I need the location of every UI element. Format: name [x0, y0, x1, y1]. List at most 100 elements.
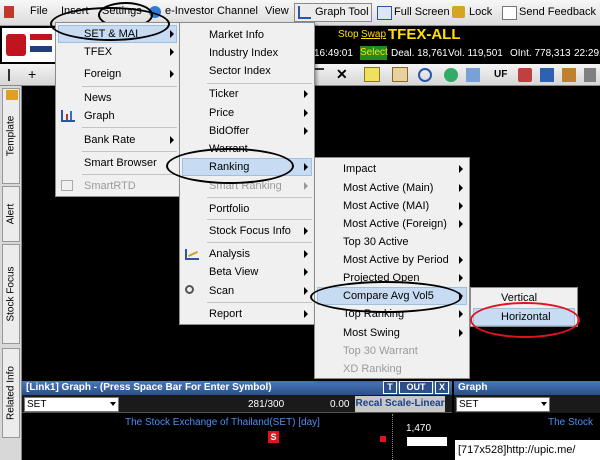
refresh-icon[interactable]	[418, 68, 432, 82]
select-button[interactable]: Select	[360, 46, 388, 60]
full-screen-label: Full Screen	[394, 6, 450, 18]
menu-item-bidoffer[interactable]: BidOffer	[209, 122, 249, 140]
indicator-icon[interactable]	[444, 68, 458, 82]
menu-item-most-active-main[interactable]: Most Active (Main)	[343, 179, 433, 197]
menu-einvestor-channel[interactable]: e-Investor Channel	[165, 5, 258, 17]
menu-item-most-active-by-period[interactable]: Most Active by Period	[343, 251, 449, 269]
magnet-icon[interactable]	[392, 67, 408, 82]
lock-icon	[452, 6, 465, 18]
menu-item-sector-index[interactable]: Sector Index	[209, 62, 271, 80]
menu-item-smart-browser[interactable]: Smart Browser	[84, 154, 157, 172]
submenu-arrow-icon	[304, 109, 308, 117]
layout-icon[interactable]	[466, 68, 480, 82]
menu-item-news[interactable]: News	[84, 89, 112, 107]
menu-item-top-30-active[interactable]: Top 30 Active	[343, 233, 408, 251]
menu-item-most-active-foreign[interactable]: Most Active (Foreign)	[343, 215, 447, 233]
menu-item-foreign[interactable]: Foreign	[84, 65, 121, 83]
settings-tool-icon[interactable]	[518, 68, 532, 82]
side-tab-stock-focus[interactable]: Stock Focus	[2, 244, 20, 344]
submenu-arrow-icon	[304, 182, 308, 190]
menu-item-xd-ranking: XD Ranking	[343, 363, 402, 375]
crosshair-icon[interactable]: +	[28, 67, 36, 81]
full-screen-button[interactable]: Full Screen	[373, 3, 450, 22]
submenu-arrow-icon	[304, 227, 308, 235]
submenu-arrow-icon	[304, 163, 308, 171]
graph2-titlebar: Graph	[454, 381, 600, 395]
annotation-ellipse-horizontal	[470, 302, 580, 338]
submenu-arrow-icon	[459, 274, 463, 282]
menu-item-impact[interactable]: Impact	[343, 160, 376, 178]
menu-separator	[207, 197, 312, 198]
submenu-arrow-icon	[304, 90, 308, 98]
graph2-symbol-value: SET	[459, 399, 479, 410]
graph-t-button[interactable]: T	[383, 381, 397, 394]
submenu-arrow-icon	[304, 268, 308, 276]
menu-item-analysis[interactable]: Analysis	[209, 245, 250, 263]
graph-out-button[interactable]: OUT	[399, 381, 433, 394]
graph2-symbol-input[interactable]: SET	[456, 397, 550, 412]
menu-item-report[interactable]: Report	[209, 305, 242, 323]
submenu-arrow-icon	[459, 202, 463, 210]
graph-tool-button[interactable]: Graph Tool	[294, 3, 372, 22]
menu-item-bank-rate[interactable]: Bank Rate	[84, 131, 135, 149]
lock-button[interactable]: Lock	[448, 3, 496, 22]
swap-link[interactable]: Swap	[361, 29, 386, 40]
clock-time: 16:49:01	[314, 48, 353, 59]
submenu-arrow-icon	[459, 256, 463, 264]
menu-item-most-swing[interactable]: Most Swing	[343, 324, 400, 342]
draw-tool-icon[interactable]	[364, 67, 380, 82]
submenu-arrow-icon	[304, 250, 308, 258]
submenu-arrow-icon	[459, 220, 463, 228]
export-tool-icon[interactable]	[562, 68, 576, 82]
graph2-caption: The Stock	[548, 417, 594, 428]
submenu-arrow-icon	[304, 287, 308, 295]
menu-separator	[82, 151, 177, 152]
full-screen-icon	[377, 6, 392, 20]
deal-count: Deal. 18,761	[391, 48, 448, 59]
app-icon	[4, 6, 14, 18]
menu-separator	[82, 174, 177, 175]
menu-item-most-active-mai[interactable]: Most Active (MAI)	[343, 197, 429, 215]
graph-symbol-value: SET	[27, 399, 47, 410]
menu-item-scan[interactable]: Scan	[209, 282, 234, 300]
insert-menu: SET & MAI TFEX Foreign News Graph Bank R…	[55, 22, 180, 197]
submenu-arrow-icon	[459, 165, 463, 173]
menu-item-graph[interactable]: Graph	[84, 107, 115, 125]
menu-view[interactable]: View	[265, 5, 289, 17]
uf-button[interactable]: UF	[494, 69, 507, 80]
annotation-ellipse-insert	[50, 7, 170, 41]
side-tab-label: Template	[5, 115, 17, 157]
side-tab-label: Stock Focus	[5, 266, 17, 322]
send-feedback-button[interactable]: Send Feedback	[498, 3, 598, 22]
menu-item-top-30-warrant: Top 30 Warrant	[343, 345, 418, 357]
menu-item-industry-index[interactable]: Industry Index	[209, 44, 278, 62]
delete-icon[interactable]: ✕	[336, 66, 348, 83]
menu-item-stock-focus-info[interactable]: Stock Focus Info	[209, 222, 291, 240]
print-tool-icon[interactable]	[584, 68, 596, 82]
menu-item-portfolio[interactable]: Portfolio	[209, 200, 249, 218]
recal-scale-button[interactable]: Recal Scale-Linear	[355, 396, 445, 412]
menu-item-ticker[interactable]: Ticker	[209, 85, 239, 103]
menu-item-beta-view[interactable]: Beta View	[209, 263, 258, 281]
menu-item-market-info[interactable]: Market Info	[209, 26, 264, 44]
graph-symbol-input[interactable]: SET	[24, 397, 119, 412]
submenu-arrow-icon	[170, 48, 174, 56]
stop-label[interactable]: Stop	[338, 29, 359, 40]
graph-value: 0.00	[330, 399, 350, 410]
side-tab-alert[interactable]: Alert	[2, 186, 20, 242]
menu-item-tfex[interactable]: TFEX	[84, 43, 112, 61]
graph-close-button[interactable]: X	[435, 381, 449, 394]
side-tab-template[interactable]: Template	[2, 88, 20, 184]
submenu-arrow-icon	[170, 70, 174, 78]
smartrtd-icon	[61, 180, 73, 191]
menu-item-price[interactable]: Price	[209, 104, 234, 122]
template-tool-icon[interactable]	[540, 68, 554, 82]
menu-separator	[207, 83, 312, 84]
menu-file[interactable]: File	[30, 5, 48, 17]
analysis-icon	[185, 249, 199, 260]
submenu-arrow-icon	[459, 184, 463, 192]
cursor-icon[interactable]	[8, 69, 18, 81]
ranking-submenu: Impact Most Active (Main) Most Active (M…	[314, 157, 470, 379]
side-tab-label: Related Info	[5, 366, 17, 420]
side-tab-related-info[interactable]: Related Info	[2, 348, 20, 438]
